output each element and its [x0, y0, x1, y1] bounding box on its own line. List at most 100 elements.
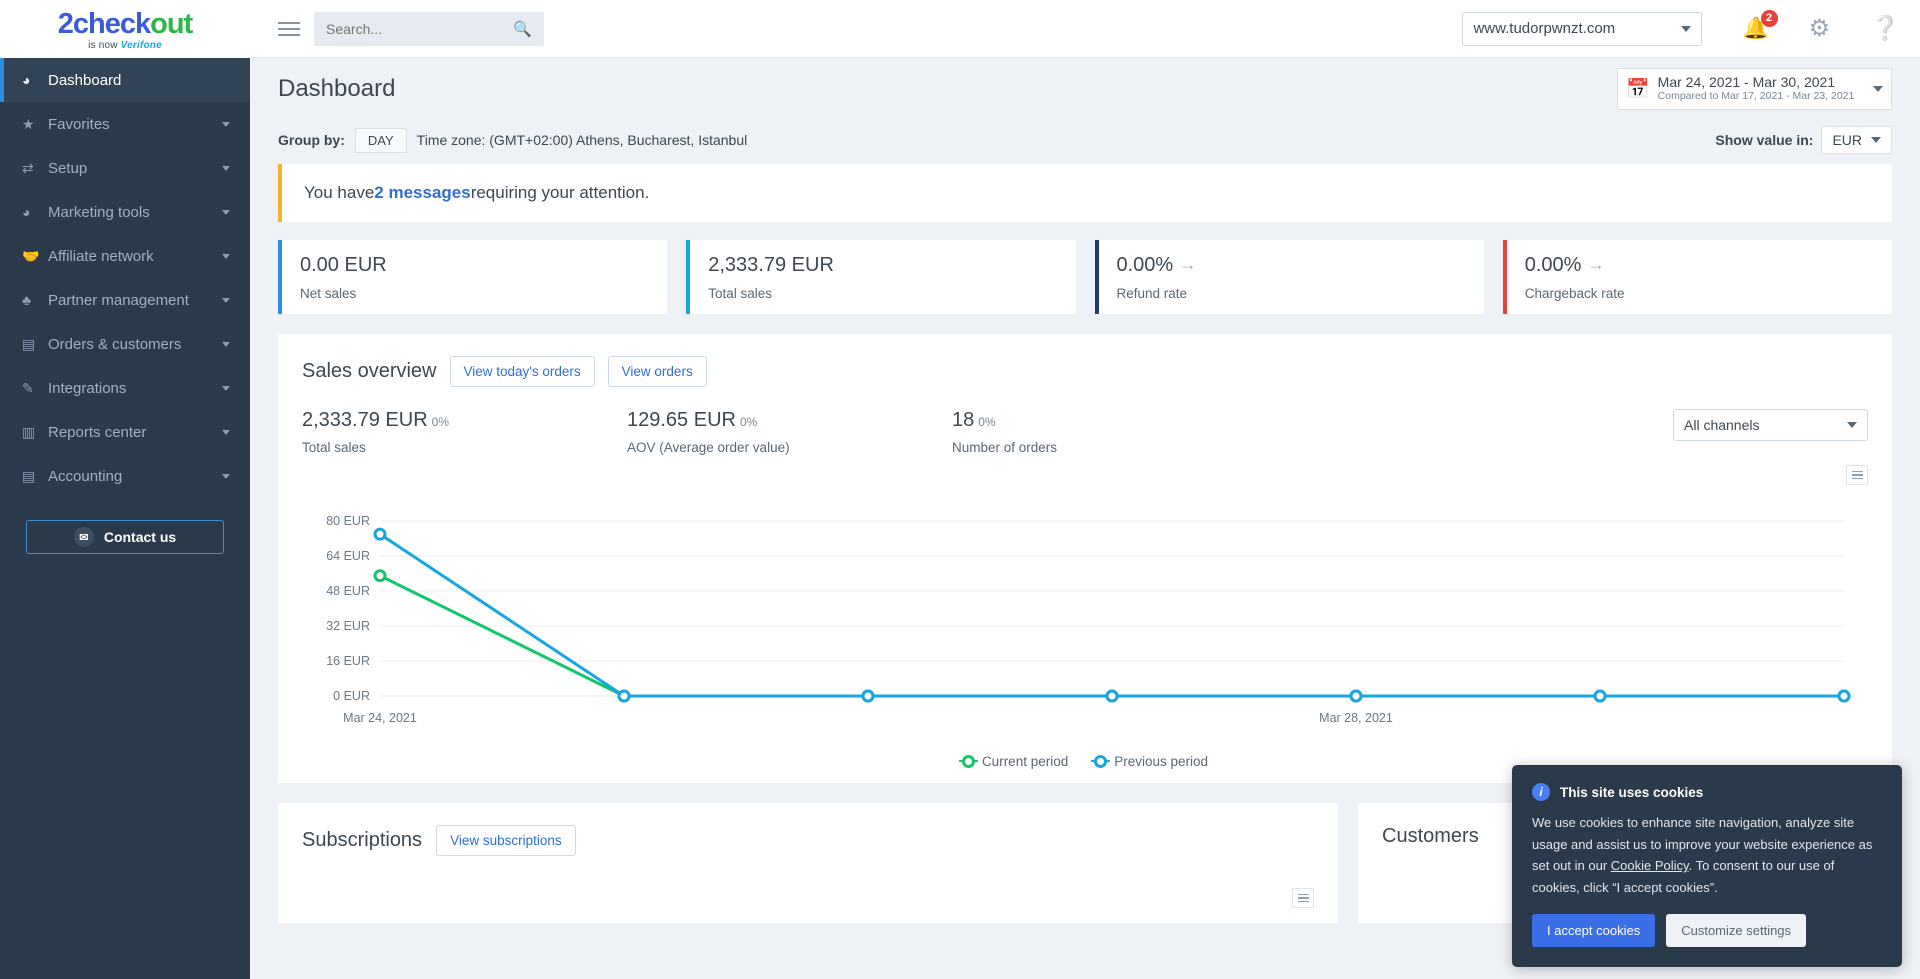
kpi-value-row: 0.00 EUR	[300, 254, 649, 277]
chevron-down-icon	[222, 429, 230, 435]
sidebar-item-favorites[interactable]: ★ Favorites	[0, 102, 250, 146]
accept-cookies-button[interactable]: I accept cookies	[1532, 914, 1656, 947]
chevron-down-icon	[1847, 422, 1857, 428]
sidebar-item-marketing-tools[interactable]: ◕ Marketing tools	[0, 190, 250, 234]
view-todays-orders-button[interactable]: View today's orders	[449, 356, 595, 387]
cookie-banner-header: i This site uses cookies	[1532, 783, 1882, 802]
sidebar-item-reports-center[interactable]: ▥ Reports center	[0, 410, 250, 454]
data-point[interactable]	[1105, 689, 1119, 703]
data-point[interactable]	[373, 527, 387, 541]
y-axis-tick-label: 48 EUR	[326, 584, 370, 598]
chart-menu-button[interactable]	[1846, 465, 1868, 485]
account-select[interactable]: www.tudorpwnzt.com	[1462, 11, 1703, 46]
notifications-button[interactable]: 🔔 2	[1742, 9, 1778, 41]
pie-chart-icon: ◕	[22, 204, 31, 220]
sidebar-item-affiliate-network[interactable]: 🤝 Affiliate network	[0, 234, 250, 278]
currency-select[interactable]: EUR	[1821, 126, 1892, 154]
account-label: www.tudorpwnzt.com	[1473, 20, 1616, 37]
sales-overview-panel: Sales overview View today's orders View …	[278, 334, 1892, 783]
data-point[interactable]	[1593, 689, 1607, 703]
sliders-icon: ⇄	[22, 159, 34, 176]
settings-button[interactable]: ⚙	[1809, 14, 1831, 43]
data-point[interactable]	[373, 569, 387, 583]
logo-out: out	[150, 7, 193, 40]
data-point[interactable]	[1349, 689, 1363, 703]
sales-overview-title: Sales overview	[302, 360, 437, 382]
chevron-down-icon	[222, 297, 230, 303]
cookie-banner-body: We use cookies to enhance site navigatio…	[1532, 812, 1882, 898]
sidebar-item-label: Orders & customers	[48, 335, 182, 353]
kpi-label: Chargeback rate	[1524, 285, 1625, 301]
group-by-day-button[interactable]: DAY	[354, 127, 407, 153]
data-point[interactable]	[617, 689, 631, 703]
search-box[interactable]: 🔍	[314, 11, 544, 46]
sidebar-item-setup[interactable]: ⇄ Setup	[0, 146, 250, 190]
sidebar-item-accounting[interactable]: ▤ Accounting	[0, 454, 250, 498]
legend-item-previous-period[interactable]: Previous period	[1091, 754, 1208, 769]
currency-value: EUR	[1832, 132, 1862, 148]
chevron-down-icon	[222, 121, 230, 127]
sidebar-item-partner-management[interactable]: ♣ Partner management	[0, 278, 250, 322]
kpi-label: Total sales	[708, 285, 773, 301]
y-axis-tick-label: 80 EUR	[326, 514, 370, 528]
message-prefix: You have	[304, 183, 375, 202]
message-banner: You have 2 messages requiring your atten…	[278, 164, 1892, 222]
channel-filter-select[interactable]: All channels	[1673, 409, 1868, 441]
messages-link[interactable]: 2 messages	[374, 183, 470, 203]
search-icon[interactable]: 🔍	[513, 20, 532, 38]
bar-chart-icon: ▥	[22, 423, 36, 440]
subscriptions-menu-button[interactable]	[1292, 888, 1314, 908]
x-axis-tick-label: Mar 28, 2021	[1319, 711, 1393, 725]
sidebar-nav: ◕ Dashboard ★ Favorites ⇄ Setup ◕ Marketing too…	[0, 58, 250, 498]
logo-tagline: is now Verifone	[88, 40, 162, 51]
sales-overview-header: Sales overview View today's orders View …	[302, 356, 1868, 387]
cookie-banner-actions: I accept cookies Customize settings	[1532, 914, 1882, 947]
chevron-down-icon	[222, 253, 230, 259]
metric-value: 18	[952, 409, 975, 431]
data-point[interactable]	[861, 689, 875, 703]
date-range-picker[interactable]: 📅 Mar 24, 2021 - Mar 30, 2021 Compared t…	[1617, 68, 1892, 110]
group-by-label: Group by:	[278, 132, 345, 148]
contact-us-button[interactable]: ✉ Contact us	[26, 520, 224, 554]
data-point[interactable]	[1837, 689, 1851, 703]
subscriptions-panel: Subscriptions View subscriptions	[278, 803, 1338, 923]
date-range-compare: Compared to Mar 17, 2021 - Mar 23, 2021	[1657, 90, 1855, 103]
metric-value-row: 129.65 EUR 0%	[627, 409, 952, 432]
date-range-value: Mar 24, 2021 - Mar 30, 2021	[1657, 74, 1836, 91]
brand-logo[interactable]: 2checkout is now Verifone	[0, 0, 250, 58]
kpi-card-chargeback-rate: 0.00% → Chargeback rate	[1502, 240, 1892, 314]
info-icon: i	[1532, 783, 1550, 802]
x-axis-tick-label: Mar 24, 2021	[343, 711, 417, 725]
metric-change: 0%	[431, 415, 449, 429]
cookie-policy-link[interactable]: Cookie Policy	[1611, 858, 1689, 873]
help-button[interactable]: ❔	[1870, 14, 1900, 43]
search-input[interactable]	[326, 20, 514, 37]
menu-toggle-icon[interactable]	[278, 18, 300, 40]
sidebar-item-label: Marketing tools	[48, 203, 150, 221]
logo-check: check	[72, 7, 151, 40]
view-orders-button[interactable]: View orders	[607, 356, 707, 387]
metric-label: Number of orders	[952, 440, 1058, 455]
sidebar-item-dashboard[interactable]: ◕ Dashboard	[0, 58, 250, 102]
y-axis-tick-label: 16 EUR	[326, 654, 370, 668]
sidebar-item-integrations[interactable]: ✎ Integrations	[0, 366, 250, 410]
dashboard-gauge-icon: ◕	[22, 72, 31, 88]
kpi-value: 0.00%	[1524, 253, 1582, 276]
sidebar-item-orders-customers[interactable]: ▤ Orders & customers	[0, 322, 250, 366]
app-root: 2checkout is now Verifone ◕ Dashboard ★ Fav…	[0, 0, 1920, 979]
customize-settings-button[interactable]: Customize settings	[1666, 914, 1807, 947]
legend-marker-icon	[1091, 755, 1111, 768]
logo-wordmark: 2checkout	[58, 7, 193, 40]
sidebar-item-label: Favorites	[48, 115, 110, 133]
plug-icon: ✎	[22, 379, 34, 396]
view-subscriptions-button[interactable]: View subscriptions	[436, 825, 576, 856]
series-line-previous-period	[379, 532, 1844, 698]
metric-change: 0%	[978, 415, 996, 429]
legend-item-current-period[interactable]: Current period	[958, 754, 1068, 769]
kpi-label: Refund rate	[1116, 285, 1188, 301]
trend-flat-icon: →	[1587, 255, 1605, 274]
page-title: Dashboard	[278, 75, 396, 102]
message-suffix: requiring your attention.	[470, 183, 650, 202]
handshake-icon: 🤝	[22, 247, 40, 264]
chevron-down-icon	[1873, 86, 1883, 92]
